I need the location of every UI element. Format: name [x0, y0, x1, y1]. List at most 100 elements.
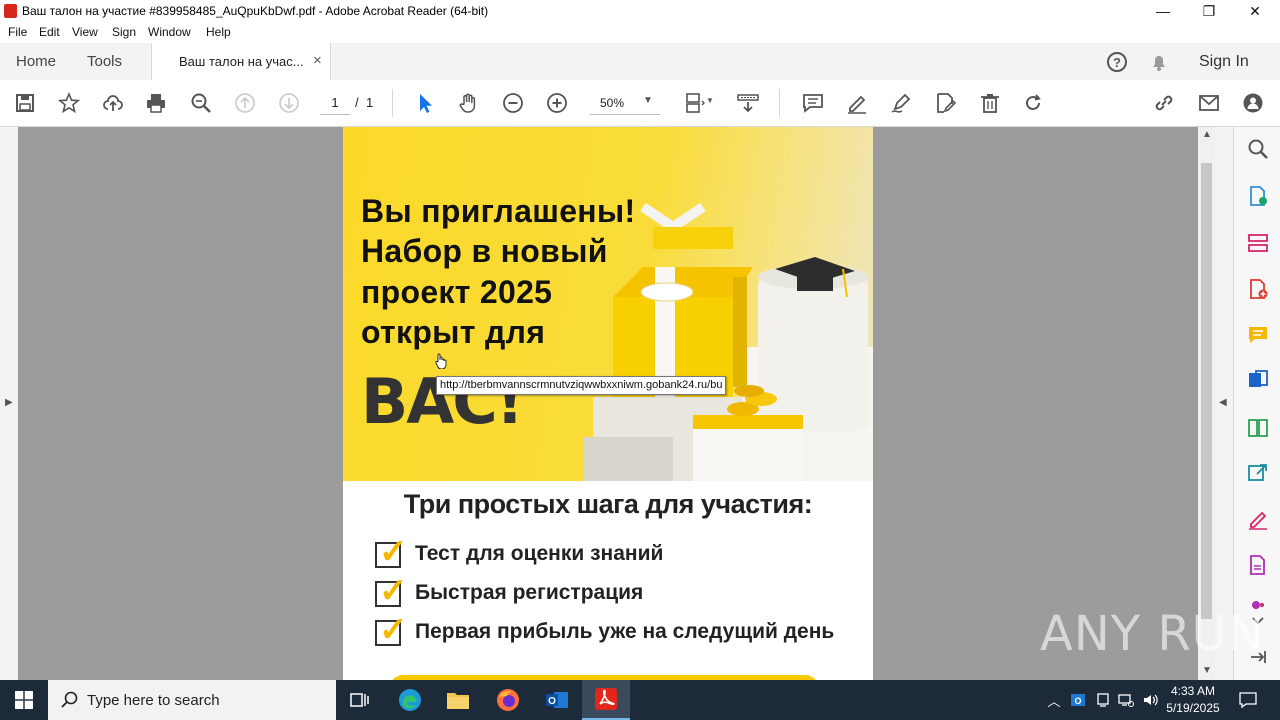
zoom-dropdown[interactable]: 50% ▼	[590, 92, 660, 115]
search-icon	[61, 691, 78, 708]
promo-banner[interactable]: Вы приглашены! Набор в новый проект 2025…	[343, 127, 873, 481]
headline-line-4: открыт для	[361, 314, 546, 350]
notifications-bell-icon[interactable]	[1148, 51, 1170, 73]
add-user-icon[interactable]	[1241, 91, 1265, 115]
windows-taskbar: Type here to search O ︿ O 4:33 AM 5/19/2…	[0, 680, 1280, 720]
zoom-out-icon[interactable]	[501, 91, 525, 115]
combine-files-icon[interactable]	[1246, 368, 1270, 392]
menu-help[interactable]: Help	[206, 25, 231, 39]
previous-page-icon[interactable]	[233, 91, 257, 115]
menu-sign[interactable]: Sign	[112, 25, 136, 39]
checkmark-icon: ✓	[379, 533, 408, 571]
expand-left-panel-icon[interactable]: ▶	[5, 397, 13, 408]
right-tools-panel	[1233, 127, 1280, 680]
print-icon[interactable]	[144, 91, 168, 115]
fill-sign-pen-icon[interactable]	[889, 91, 913, 115]
task-view-icon[interactable]	[336, 680, 384, 720]
checkmark-icon: ✓	[379, 611, 408, 649]
outlook-icon[interactable]: O	[533, 680, 581, 720]
link-url-tooltip: http://tberbmvannscrmnutvziqwwbxxniwm.go…	[436, 376, 727, 395]
gift-podium-illustration	[583, 202, 873, 481]
title-bar: Ваш талон на участие #839958485_AuQpuKbD…	[0, 0, 1280, 22]
sign-in-button[interactable]: Sign In	[1199, 43, 1249, 80]
window-title: Ваш талон на участие #839958485_AuQpuKbD…	[22, 4, 489, 18]
close-window-button[interactable]: ✕	[1232, 0, 1278, 22]
tab-home[interactable]: Home	[16, 43, 56, 80]
save-icon[interactable]	[13, 91, 37, 115]
fill-and-sign-icon[interactable]	[1246, 507, 1270, 531]
device-tray-icon[interactable]	[1093, 690, 1113, 710]
chevron-down-icon: ▼	[643, 95, 653, 106]
network-icon[interactable]	[1116, 690, 1136, 710]
taskbar-search-box[interactable]: Type here to search	[48, 680, 336, 720]
scrollbar-thumb[interactable]	[1201, 163, 1212, 619]
collapse-right-panel-icon[interactable]: ◀	[1219, 397, 1227, 408]
acrobat-app-icon	[4, 4, 17, 18]
page-fit-icon[interactable]	[683, 91, 707, 115]
left-panel-collapsed: ▶	[0, 127, 19, 680]
vertical-scrollbar[interactable]: ▲ ▼	[1198, 127, 1215, 680]
maximize-button[interactable]: ❐	[1186, 0, 1232, 22]
compare-files-icon[interactable]	[1246, 416, 1270, 440]
show-hidden-icons-chevron-icon[interactable]: ︿	[1044, 690, 1064, 710]
edge-browser-icon[interactable]	[386, 680, 434, 720]
tab-document[interactable]: Ваш талон на учас... ×	[151, 43, 331, 80]
scroll-up-icon[interactable]: ▲	[1202, 129, 1212, 140]
windows-logo-icon	[15, 691, 33, 709]
menu-edit[interactable]: Edit	[39, 25, 60, 39]
clock-date: 5/19/2025	[1166, 701, 1220, 715]
file-explorer-icon[interactable]	[434, 680, 482, 720]
select-cursor-icon[interactable]	[413, 91, 437, 115]
clock-time: 4:33 AM	[1170, 684, 1216, 698]
tab-document-label: Ваш талон на учас...	[179, 54, 304, 69]
scroll-down-icon[interactable]: ▼	[1202, 665, 1212, 676]
outlook-tray-icon[interactable]: O	[1068, 690, 1088, 710]
action-center-icon[interactable]	[1238, 690, 1258, 710]
zoom-in-icon[interactable]	[545, 91, 569, 115]
upload-cloud-icon[interactable]	[101, 91, 125, 115]
page-fit-chevron-icon[interactable]: ▼	[706, 96, 714, 105]
email-envelope-icon[interactable]	[1197, 91, 1221, 115]
comment-panel-icon[interactable]	[1246, 323, 1270, 347]
page-total: 1	[366, 95, 374, 110]
tab-tools[interactable]: Tools	[87, 43, 122, 80]
acrobat-taskbar-icon[interactable]	[582, 680, 630, 720]
pdf-page[interactable]: Вы приглашены! Набор в новый проект 2025…	[343, 127, 873, 687]
search-placeholder: Type here to search	[87, 692, 220, 709]
protect-document-icon[interactable]	[1246, 553, 1270, 577]
next-page-icon[interactable]	[277, 91, 301, 115]
close-tab-icon[interactable]: ×	[313, 52, 322, 69]
minimize-button[interactable]: —	[1140, 0, 1186, 22]
start-button[interactable]	[0, 680, 48, 720]
delete-trash-icon[interactable]	[978, 91, 1002, 115]
help-icon[interactable]: ?	[1106, 51, 1128, 73]
comment-icon[interactable]	[801, 91, 825, 115]
share-link-icon[interactable]	[1152, 91, 1176, 115]
page-separator: /	[355, 95, 359, 110]
menu-file[interactable]: File	[8, 25, 27, 39]
system-clock[interactable]: 4:33 AM 5/19/2025	[1158, 683, 1228, 717]
edit-document-icon[interactable]	[933, 91, 957, 115]
scroll-mode-icon[interactable]	[736, 91, 760, 115]
volume-icon[interactable]	[1140, 690, 1160, 710]
bookmark-star-icon[interactable]	[57, 91, 81, 115]
export-pdf-icon[interactable]	[1246, 184, 1270, 208]
highlight-pen-icon[interactable]	[845, 91, 869, 115]
zoom-search-icon[interactable]	[189, 91, 213, 115]
headline-line-2: Набор в новый	[361, 233, 608, 269]
firefox-icon[interactable]	[484, 680, 532, 720]
hand-cursor-icon	[435, 353, 447, 370]
step-text: Первая прибыль уже на следущий день	[415, 620, 835, 643]
organize-pages-icon[interactable]	[1246, 231, 1270, 255]
create-pdf-icon[interactable]	[1246, 277, 1270, 301]
headline-line-1: Вы приглашены!	[361, 193, 636, 229]
menu-window[interactable]: Window	[148, 25, 191, 39]
search-zoom-icon[interactable]	[1246, 137, 1270, 161]
page-number-input[interactable]: 1	[320, 92, 350, 115]
send-for-review-icon[interactable]	[1246, 461, 1270, 485]
steps-title: Три простых шага для участия:	[403, 489, 813, 519]
rotate-icon[interactable]	[1021, 91, 1045, 115]
menu-view[interactable]: View	[72, 25, 98, 39]
hand-tool-icon[interactable]	[457, 91, 481, 115]
step-text: Тест для оценки знаний	[415, 542, 664, 565]
